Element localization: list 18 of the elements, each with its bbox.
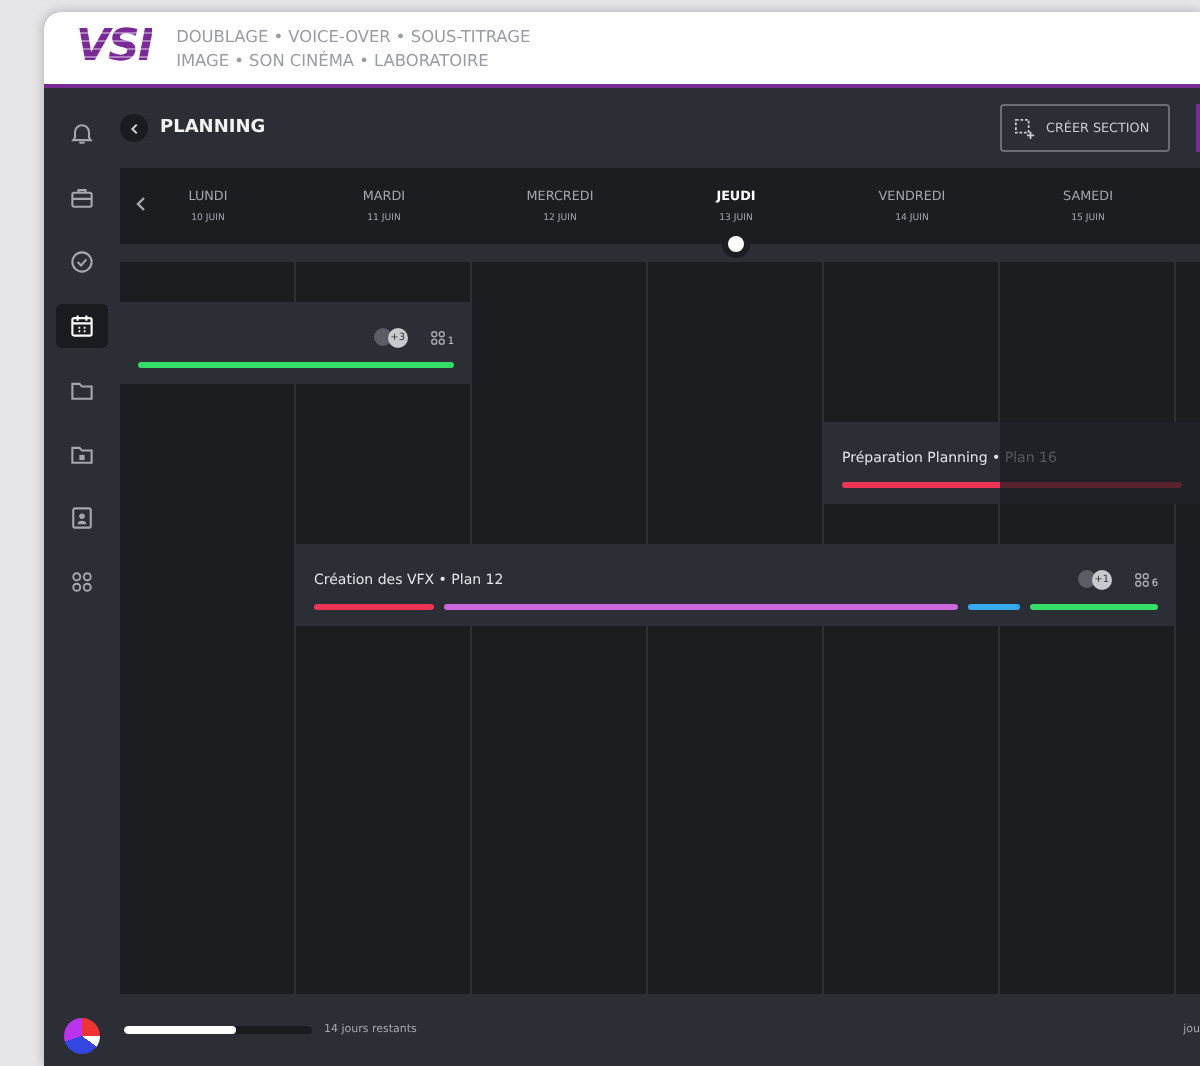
apps-icon [427, 327, 448, 347]
apps-icon [1131, 569, 1152, 589]
avatar-icon [1075, 568, 1098, 590]
tagline-text: IMAGE • SON CINÉMA • LABORATOIRE [176, 48, 491, 72]
planning-button[interactable] [56, 304, 108, 348]
back-button[interactable] [120, 114, 148, 142]
calendar-icon [68, 312, 96, 340]
page-title: PLANNING [160, 118, 266, 138]
tagline-text: DOUBLAGE • VOICE-OVER • SOUS-TITRAGE [176, 24, 531, 48]
contact-card-icon [68, 504, 96, 532]
add-selection-icon [1014, 117, 1036, 139]
briefcase-icon [68, 184, 96, 212]
user-avatar[interactable] [64, 1018, 100, 1054]
bell-icon [68, 120, 96, 148]
check-circle-icon [68, 248, 96, 276]
apps-icon [68, 568, 96, 596]
avatar-icon [371, 326, 394, 348]
chevron-left-icon [127, 121, 141, 135]
